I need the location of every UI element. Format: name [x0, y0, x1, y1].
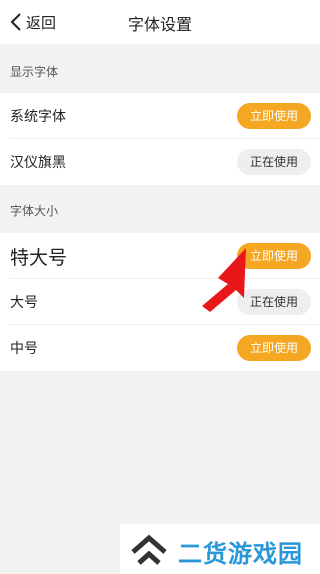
pointer-arrow-icon: [202, 248, 246, 312]
use-now-button[interactable]: 立即使用: [237, 335, 311, 361]
size-name-label: 大号: [10, 295, 38, 311]
font-name-label: 系统字体: [10, 109, 66, 125]
font-name-label: 汉仪旗黑: [10, 155, 66, 171]
in-use-button[interactable]: 正在使用: [237, 149, 311, 175]
size-name-label: 中号: [10, 341, 38, 357]
watermark-logo-icon: [131, 534, 167, 565]
font-row-hanyi: 汉仪旗黑 正在使用: [0, 139, 320, 185]
size-row-medium: 中号 立即使用: [0, 325, 320, 371]
size-row-large: 大号 正在使用: [0, 279, 320, 325]
font-settings-screen: 返回 字体设置 显示字体 系统字体 立即使用 汉仪旗黑 正在使用 字体大小 特大…: [0, 0, 320, 574]
header-bar: 返回 字体设置: [0, 0, 320, 44]
use-now-button[interactable]: 立即使用: [237, 103, 311, 129]
watermark: 二货游戏园: [120, 524, 320, 574]
size-row-extra-large: 特大号 立即使用: [0, 233, 320, 279]
font-row-system: 系统字体 立即使用: [0, 93, 320, 139]
section-title-display-font: 显示字体: [10, 65, 59, 79]
watermark-text: 二货游戏园: [178, 540, 303, 568]
page-title: 字体设置: [127, 15, 192, 34]
section-title-font-size: 字体大小: [10, 204, 59, 218]
size-name-label: 特大号: [10, 246, 68, 269]
